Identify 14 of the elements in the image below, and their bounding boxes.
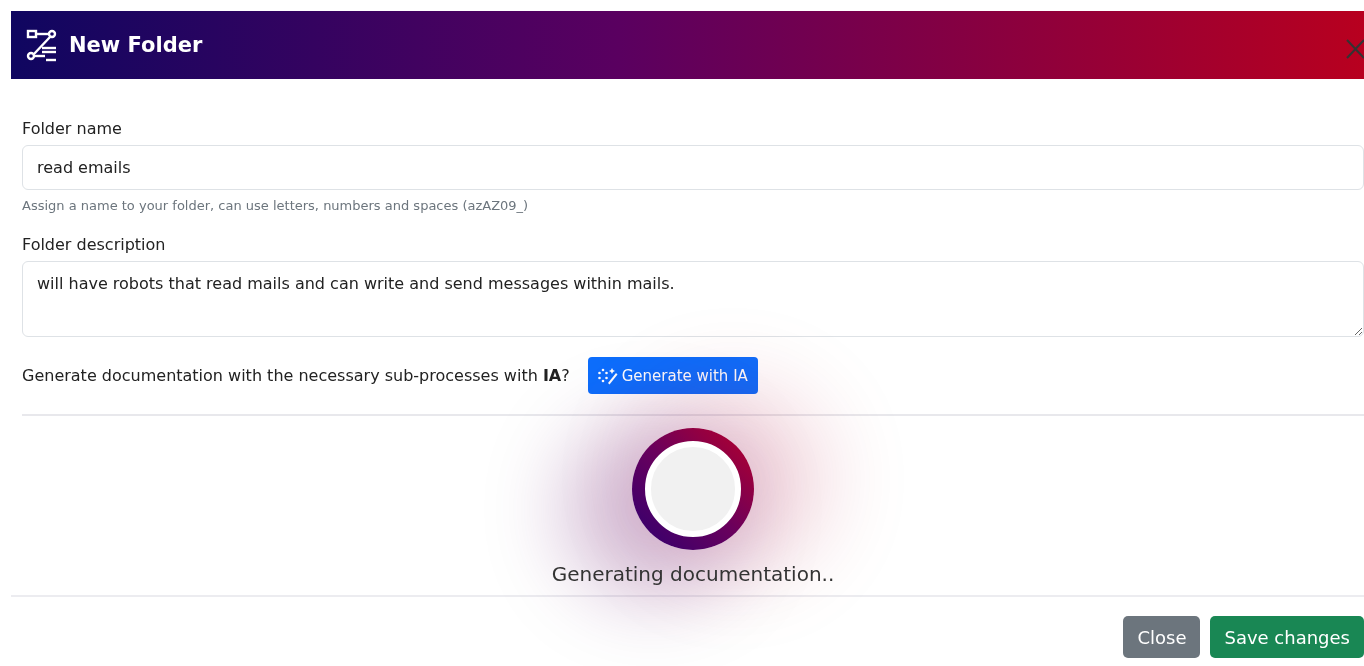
help-text: Assign a name to your folder, can use letters, numbers and spaces (azAZ09_) — [22, 198, 530, 213]
magic-wand-icon — [597, 366, 618, 385]
field-label: Folder name — [22, 119, 123, 138]
close-icon[interactable] — [1346, 39, 1364, 59]
description-field[interactable]: will have robots that read mails and can write and send messages within mails. — [22, 261, 1364, 337]
loading-message: Generating documentation.. — [551, 562, 835, 586]
generate-button[interactable]: Generate with IA — [587, 357, 758, 394]
flow-icon — [25, 28, 59, 62]
field-label: Folder description — [22, 235, 167, 254]
close-button[interactable]: Close — [1123, 616, 1201, 658]
dialog-title: New Folder — [69, 33, 203, 57]
name-field[interactable]: read emails — [22, 145, 1364, 190]
save-button[interactable]: Save changes — [1210, 616, 1364, 658]
generate-question: Generate documentation with the necessary sub-processes with IA? — [22, 366, 570, 385]
